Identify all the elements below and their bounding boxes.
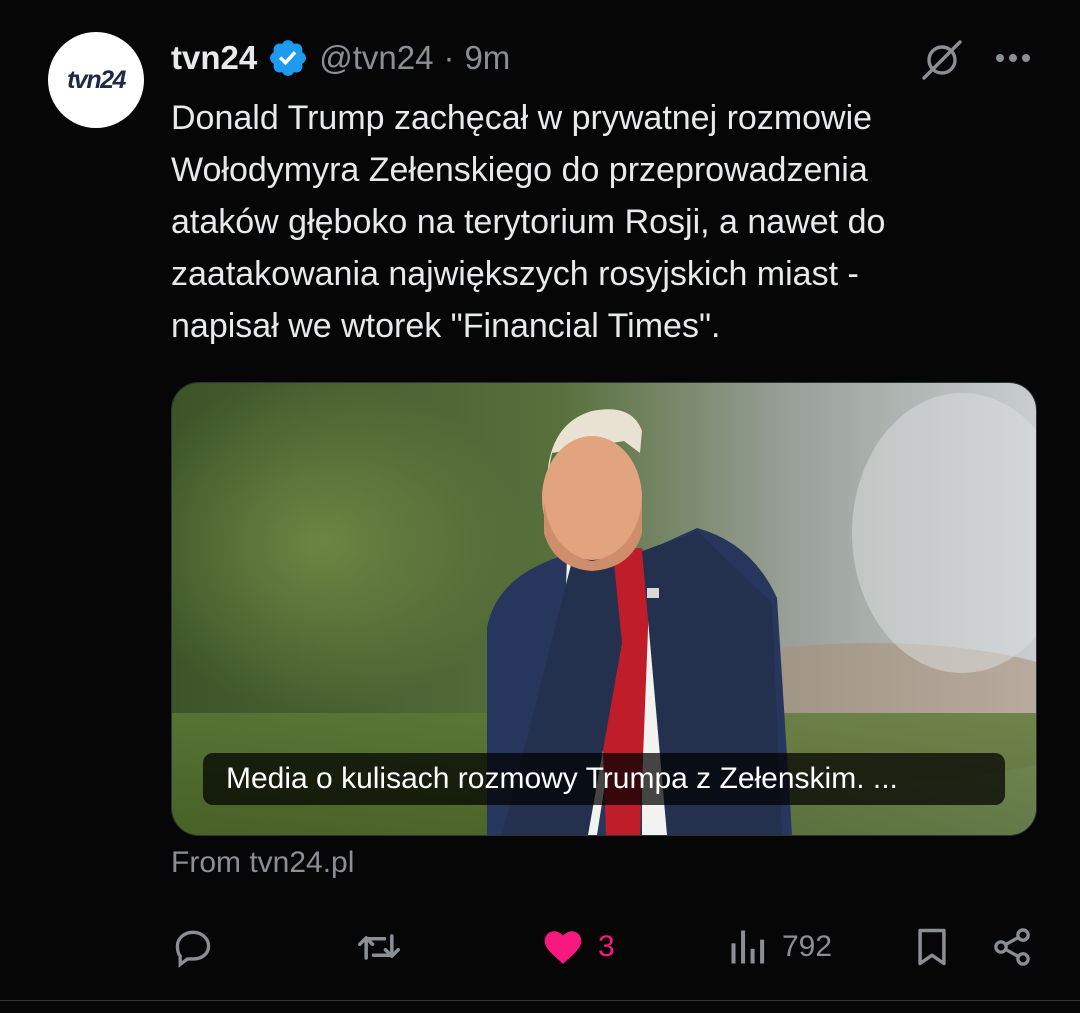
avatar[interactable]: tvn24 xyxy=(48,32,144,128)
heart-filled-icon xyxy=(544,931,582,964)
timestamp[interactable]: 9m xyxy=(464,39,510,77)
share-button[interactable] xyxy=(990,915,1034,979)
grok-icon[interactable] xyxy=(918,38,966,82)
views-button[interactable]: 792 xyxy=(726,915,832,979)
repost-icon xyxy=(358,934,400,960)
reply-button[interactable] xyxy=(171,915,227,979)
like-count: 3 xyxy=(598,930,615,963)
tweet-header: tvn24 @tvn24 · 9m xyxy=(171,36,510,80)
action-bar: 3 792 xyxy=(0,915,1080,979)
tweet-text: Donald Trump zachęcał w prywatnej rozmow… xyxy=(171,99,886,345)
card-source[interactable]: From tvn24.pl xyxy=(171,846,354,880)
views-icon xyxy=(731,930,765,964)
share-icon xyxy=(994,928,1030,966)
reply-icon xyxy=(175,930,211,968)
like-button[interactable]: 3 xyxy=(540,915,615,979)
card-caption: Media o kulisach rozmowy Trumpa z Zełens… xyxy=(203,753,1005,805)
tweet[interactable]: tvn24 tvn24 @tvn24 · 9m Donald Trump zac… xyxy=(0,0,1080,1013)
handle[interactable]: @tvn24 xyxy=(319,39,433,77)
more-icon[interactable] xyxy=(988,38,1038,78)
avatar-logo: tvn24 xyxy=(67,65,126,94)
separator: · xyxy=(443,39,455,76)
bookmark-icon xyxy=(918,928,946,966)
divider xyxy=(0,1000,1080,1001)
bookmark-button[interactable] xyxy=(910,915,954,979)
link-card[interactable]: Media o kulisach rozmowy Trumpa z Zełens… xyxy=(171,382,1037,836)
verified-badge-icon[interactable] xyxy=(267,37,309,79)
repost-button[interactable] xyxy=(355,915,415,979)
views-count: 792 xyxy=(782,930,833,963)
display-name[interactable]: tvn24 xyxy=(171,39,257,77)
